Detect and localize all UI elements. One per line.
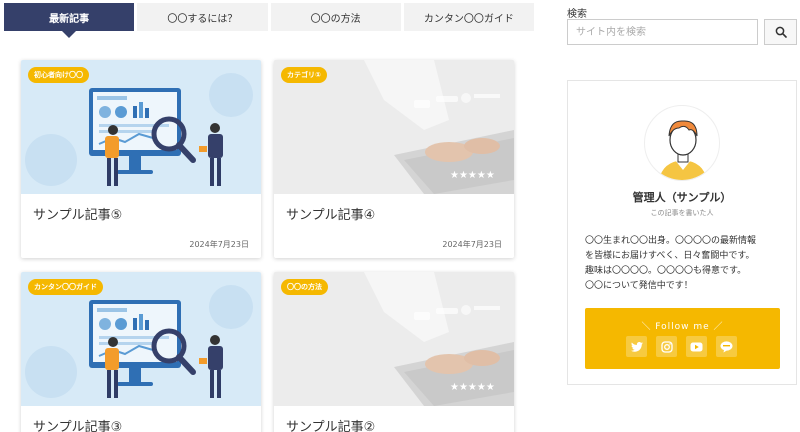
tab-latest[interactable]: 最新記事 xyxy=(4,3,135,31)
tab-easy-guide[interactable]: カンタン〇〇ガイド xyxy=(403,3,534,31)
bio-line: を皆様にお届けすべく、日々奮闘中です。 xyxy=(585,251,755,261)
post-date: 2024年7月23日 xyxy=(189,240,249,249)
line-icon xyxy=(720,340,733,352)
instagram-link[interactable] xyxy=(656,336,677,357)
post-thumbnail: ★★★★★ 〇〇の方法 xyxy=(274,272,514,406)
category-badge[interactable]: カテゴリ① xyxy=(281,67,327,83)
bio-line: 〇〇生まれ〇〇出身。〇〇〇〇の最新情報 xyxy=(585,236,757,246)
profile-widget: 管理人（サンプル） この記事を書いた人 〇〇生まれ〇〇出身。〇〇〇〇の最新情報 … xyxy=(567,80,797,385)
admin-avatar-illustration xyxy=(659,120,707,180)
tab-method[interactable]: 〇〇の方法 xyxy=(270,3,401,31)
search-label: 検索 xyxy=(567,9,587,20)
follow-box: ＼ Follow me ／ xyxy=(585,308,780,369)
category-tabs: 最新記事 〇〇するには？ 〇〇の方法 カンタン〇〇ガイド xyxy=(4,3,534,31)
svg-text:★★★★★: ★★★★★ xyxy=(450,170,495,181)
category-badge[interactable]: カンタン〇〇ガイド xyxy=(28,279,103,295)
post-thumbnail: ★★★★★ カテゴリ① xyxy=(274,60,514,194)
tab-how-to-do[interactable]: 〇〇するには？ xyxy=(137,3,268,31)
post-thumbnail: カンタン〇〇ガイド xyxy=(21,272,261,406)
youtube-icon xyxy=(690,342,703,351)
search-icon xyxy=(775,26,787,38)
category-badge[interactable]: 〇〇の方法 xyxy=(281,279,328,295)
post-date: 2024年7月23日 xyxy=(442,240,502,249)
post-card[interactable]: ★★★★★ 〇〇の方法 サンプル記事② xyxy=(274,272,514,432)
category-badge[interactable]: 初心者向け〇〇 xyxy=(28,67,89,83)
instagram-icon xyxy=(660,340,673,353)
post-title[interactable]: サンプル記事④ xyxy=(274,194,514,223)
search-input[interactable] xyxy=(567,19,758,45)
search-button[interactable] xyxy=(764,19,797,45)
bio-line: 〇〇について発信中です！ xyxy=(585,281,693,291)
bio-line: 趣味は〇〇〇〇。〇〇〇〇も得意です。 xyxy=(585,266,747,276)
sns-links xyxy=(626,336,737,357)
post-card[interactable]: ★★★★★ カテゴリ① サンプル記事④ 2024年7月23日 xyxy=(274,60,514,258)
admin-subtitle: この記事を書いた人 xyxy=(650,209,714,217)
post-card[interactable]: 初心者向け〇〇 サンプル記事⑤ 2024年7月23日 xyxy=(21,60,261,258)
twitter-link[interactable] xyxy=(626,336,647,357)
follow-title: ＼ Follow me ／ xyxy=(641,322,724,332)
twitter-icon xyxy=(630,341,643,352)
post-thumbnail: 初心者向け〇〇 xyxy=(21,60,261,194)
post-title[interactable]: サンプル記事⑤ xyxy=(21,194,261,223)
post-title[interactable]: サンプル記事② xyxy=(274,406,514,432)
admin-name: 管理人（サンプル） xyxy=(632,191,732,204)
youtube-link[interactable] xyxy=(686,336,707,357)
admin-bio: 〇〇生まれ〇〇出身。〇〇〇〇の最新情報 を皆様にお届けすべく、日々奮闘中です。 … xyxy=(585,234,785,294)
post-card[interactable]: カンタン〇〇ガイド サンプル記事③ xyxy=(21,272,261,432)
line-link[interactable] xyxy=(716,336,737,357)
avatar xyxy=(644,105,720,181)
svg-text:★★★★★: ★★★★★ xyxy=(450,382,495,393)
post-title[interactable]: サンプル記事③ xyxy=(21,406,261,432)
